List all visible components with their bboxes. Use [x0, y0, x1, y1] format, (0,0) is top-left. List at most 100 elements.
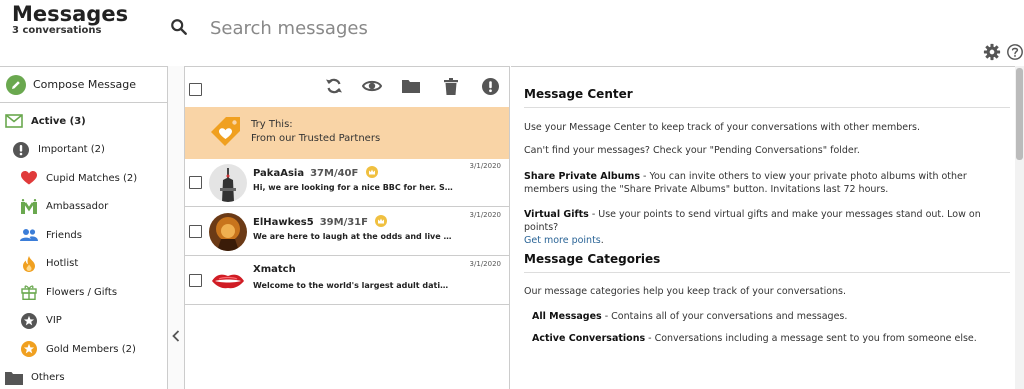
- message-center-intro: Use your Message Center to keep track of…: [524, 122, 920, 133]
- sidebar-item-label: Cupid Matches (2): [46, 172, 138, 184]
- message-row[interactable]: PakaAsia 37M/40F Hi, we are looking for a…: [185, 159, 509, 207]
- flame-icon: [20, 255, 38, 273]
- select-all-checkbox[interactable]: [189, 83, 202, 96]
- friends-icon: [20, 226, 38, 244]
- page-title: Messages: [12, 2, 129, 26]
- sidebar-item-flowers-gifts[interactable]: Flowers / Gifts: [0, 278, 167, 307]
- active-conversations-title: Active Conversations: [532, 333, 646, 344]
- pending-conversations-tip: Can't find your messages? Check your "Pe…: [524, 145, 860, 156]
- vip-star-icon: [20, 312, 38, 330]
- conversation-count: 3 conversations: [12, 25, 102, 36]
- avatar: [209, 262, 247, 300]
- message-row[interactable]: Xmatch Welcome to the world's largest ad…: [185, 257, 509, 305]
- move-to-folder-button[interactable]: [401, 76, 421, 96]
- message-checkbox[interactable]: [189, 176, 202, 189]
- folder-icon: [5, 369, 23, 387]
- sidebar-item-cupid-matches[interactable]: Cupid Matches (2): [0, 164, 167, 193]
- partner-promo[interactable]: Try This: From our Trusted Partners: [185, 107, 509, 159]
- scrollbar-thumb[interactable]: [1016, 68, 1023, 160]
- promo-line-2: From our Trusted Partners: [251, 133, 381, 144]
- message-checkbox[interactable]: [189, 274, 202, 287]
- message-checkbox[interactable]: [189, 225, 202, 238]
- virtual-gifts-text: - Use your points to send virtual gifts …: [524, 209, 981, 233]
- info-panel-scrollbar[interactable]: [1015, 66, 1024, 389]
- sidebar-item-label: Active (3): [31, 115, 86, 127]
- sidebar-item-active[interactable]: Active (3): [0, 107, 167, 136]
- search-icon[interactable]: [170, 18, 188, 36]
- sidebar-item-label: Hotlist: [46, 258, 79, 270]
- share-albums-title: Share Private Albums: [524, 171, 640, 182]
- refresh-icon: [326, 78, 342, 94]
- sidebar-item-others[interactable]: Others: [0, 364, 167, 389]
- sender-info: 39M/31F: [319, 217, 368, 228]
- compose-message-label: Compose Message: [33, 78, 137, 91]
- sidebar-item-label: Friends: [46, 229, 82, 241]
- avatar: [209, 164, 247, 202]
- exclamation-icon: [12, 141, 30, 159]
- message-preview: We are here to laugh at the odds and liv…: [253, 232, 453, 241]
- message-preview: Hi, we are looking for a nice BBC for he…: [253, 183, 453, 192]
- message-categories-title: Message Categories: [524, 253, 1010, 273]
- gift-icon: [20, 283, 38, 301]
- delete-button[interactable]: [441, 76, 461, 96]
- virtual-gifts-title: Virtual Gifts: [524, 209, 589, 220]
- sender-name-text: ElHawkes5: [253, 217, 314, 228]
- mark-read-button[interactable]: [362, 76, 382, 96]
- sender-name-text: Xmatch: [253, 264, 296, 275]
- get-more-points-link[interactable]: Get more points: [524, 235, 601, 246]
- sender-name: ElHawkes5 39M/31F: [253, 215, 388, 228]
- sender-info: 37M/40F: [310, 168, 359, 179]
- ambassador-icon: [20, 198, 38, 216]
- virtual-gifts-period: .: [600, 235, 604, 246]
- share-albums-info: Share Private Albums - You can invite ot…: [524, 170, 1010, 196]
- active-conversations-info: Active Conversations - Conversations inc…: [532, 332, 1018, 345]
- search-input[interactable]: [210, 14, 630, 42]
- message-categories-intro: Our message categories help you keep tra…: [524, 286, 847, 297]
- sender-name: PakaAsia 37M/40F: [253, 166, 378, 179]
- sidebar-item-vip[interactable]: VIP: [0, 307, 167, 336]
- all-messages-info: All Messages - Contains all of your conv…: [532, 310, 1018, 323]
- sidebar-item-ambassador[interactable]: Ambassador: [0, 193, 167, 222]
- message-list: Try This: From our Trusted Partners Paka…: [185, 66, 510, 389]
- pencil-icon: [6, 74, 26, 95]
- message-center-panel: Message Center Use your Message Center t…: [511, 66, 1024, 389]
- sidebar-item-friends[interactable]: Friends: [0, 221, 167, 250]
- heart-icon: [20, 169, 38, 187]
- sender-name: Xmatch: [253, 264, 296, 275]
- folder-icon: [402, 80, 420, 93]
- sidebar-item-important[interactable]: Important (2): [0, 136, 167, 165]
- promo-text: Try This: From our Trusted Partners: [251, 118, 380, 146]
- sidebar-item-label: Others: [31, 372, 65, 384]
- sidebar-item-hotlist[interactable]: Hotlist: [0, 250, 167, 279]
- mark-important-button[interactable]: [480, 76, 500, 96]
- sender-name-text: PakaAsia: [253, 168, 305, 179]
- message-date: 3/1/2020: [469, 211, 501, 219]
- all-messages-text: - Contains all of your conversations and…: [601, 311, 848, 322]
- sidebar-item-label: Gold Members (2): [46, 343, 136, 355]
- header: Messages 3 conversations: [0, 0, 1024, 66]
- sidebar-item-label: Important (2): [38, 144, 105, 156]
- crown-badge-icon: [375, 215, 388, 227]
- message-preview: Welcome to the world's largest adult dat…: [253, 281, 453, 290]
- eye-icon: [362, 80, 382, 92]
- sidebar-collapse-handle[interactable]: [168, 66, 185, 389]
- message-row[interactable]: ElHawkes5 39M/31F We are here to laugh at…: [185, 208, 509, 256]
- crown-badge-icon: [365, 166, 378, 178]
- active-conversations-text: - Conversations including a message sent…: [645, 333, 977, 344]
- trash-icon: [444, 77, 458, 95]
- promo-line-1: Try This:: [251, 119, 293, 130]
- sidebar-item-label: VIP: [46, 315, 62, 327]
- refresh-button[interactable]: [324, 76, 344, 96]
- exclamation-icon: [481, 77, 499, 95]
- avatar: [209, 213, 247, 251]
- message-date: 3/1/2020: [469, 260, 501, 268]
- gear-icon[interactable]: [983, 43, 1001, 61]
- sidebar-item-gold-members[interactable]: Gold Members (2): [0, 335, 167, 364]
- chevron-left-icon: [172, 330, 180, 342]
- tag-heart-icon: [211, 117, 240, 146]
- compose-message-button[interactable]: Compose Message: [0, 67, 167, 103]
- message-center-title: Message Center: [524, 88, 1010, 108]
- folder-nav: Active (3) Important (2) Cupid Matches (…: [0, 107, 167, 389]
- help-icon[interactable]: [1006, 43, 1024, 61]
- sidebar: Compose Message Active (3) Important (2)…: [0, 66, 168, 389]
